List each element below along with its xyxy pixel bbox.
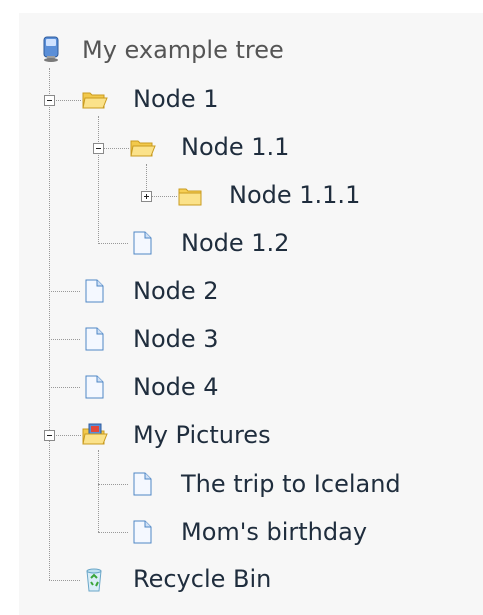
tree-line	[152, 196, 177, 197]
computer-icon	[43, 36, 59, 62]
folder-open-icon	[130, 140, 156, 157]
tree-line	[49, 291, 80, 292]
tree-line	[49, 68, 50, 580]
tree-root-label[interactable]: My example tree	[82, 36, 284, 64]
tree-node-trip-to-iceland[interactable]: The trip to Iceland	[181, 470, 401, 498]
document-icon	[85, 375, 104, 399]
tree-node-node-2[interactable]: Node 2	[133, 277, 219, 305]
tree-node-node-4[interactable]: Node 4	[133, 373, 219, 401]
tree-line	[104, 148, 129, 149]
tree-node-node-1-2[interactable]: Node 1.2	[181, 229, 289, 257]
tree-line	[98, 532, 128, 533]
recycle-bin-icon	[86, 568, 102, 592]
document-icon	[85, 279, 104, 303]
tree-node-node-3[interactable]: Node 3	[133, 325, 219, 353]
tree-node-node-1-1[interactable]: Node 1.1	[181, 133, 289, 161]
collapse-toggle-node-1[interactable]	[44, 95, 55, 106]
tree-line	[98, 450, 99, 532]
tree-view: My example tree Node 1 Node 1.1 Node 1.1…	[0, 0, 483, 615]
tree-node-node-1-1-1[interactable]: Node 1.1.1	[229, 181, 360, 209]
tree-line	[49, 387, 80, 388]
tree-node-recycle-bin[interactable]: Recycle Bin	[133, 565, 271, 593]
tree-node-moms-birthday[interactable]: Mom's birthday	[181, 518, 367, 546]
tree-line	[49, 580, 80, 581]
tree-line	[146, 164, 147, 194]
collapse-toggle-node-1-1[interactable]	[93, 143, 104, 154]
tree-node-node-1[interactable]: Node 1	[133, 85, 219, 113]
folder-open-icon	[82, 92, 108, 109]
expand-toggle-node-1-1-1[interactable]	[141, 191, 152, 202]
tree-line	[98, 116, 99, 242]
folder-icon	[178, 188, 202, 206]
document-icon	[133, 472, 152, 496]
tree-line	[49, 339, 80, 340]
document-icon	[133, 231, 152, 255]
tree-node-my-pictures[interactable]: My Pictures	[133, 421, 271, 449]
tree-line	[98, 243, 128, 244]
tree-line	[56, 435, 81, 436]
document-icon	[133, 520, 152, 544]
pictures-folder-icon	[82, 423, 108, 445]
tree-line	[98, 484, 128, 485]
tree-line	[56, 100, 81, 101]
collapse-toggle-my-pictures[interactable]	[44, 430, 55, 441]
document-icon	[85, 327, 104, 351]
